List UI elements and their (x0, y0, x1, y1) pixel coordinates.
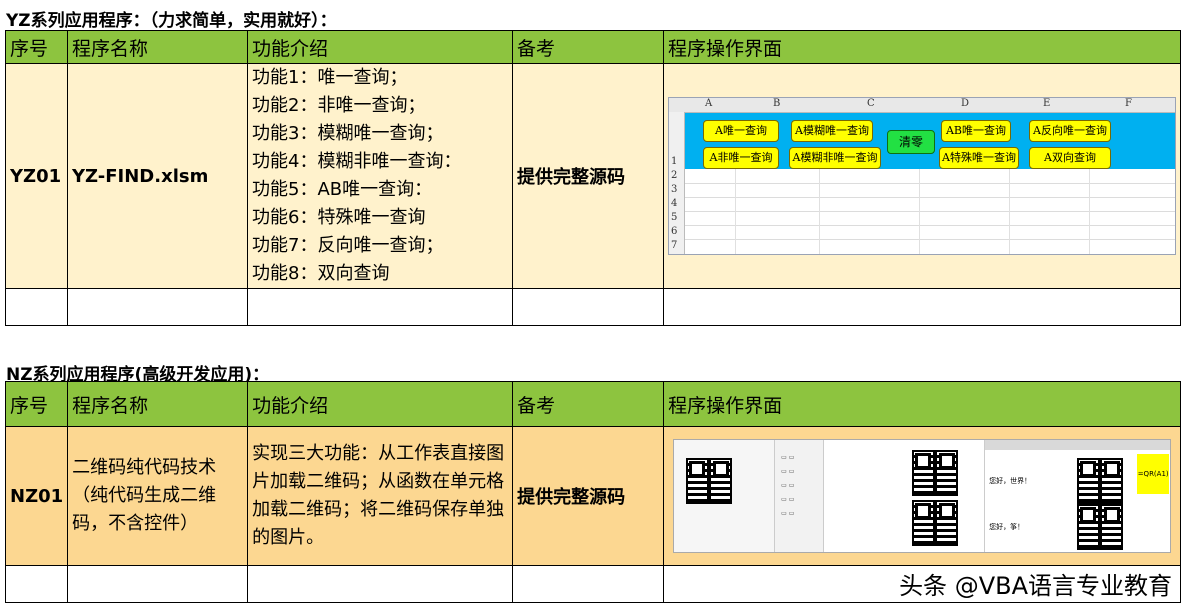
nz-row: NZ01 二维码纯代码技术（纯代码生成二维码，不含控件） 实现三大功能：从工作表… (4, 426, 1182, 566)
row-description: 实现三大功能：从工作表直接图片加载二维码；从函数在单元格加载二维码；将二维码保存… (247, 426, 514, 566)
row-remark: 提供完整源码 (512, 426, 665, 566)
excel-screenshot: A B C D E F 1 2 3 4 5 6 7 A唯一查询 A模糊唯一查询 … (668, 97, 1176, 255)
row-headers: 1 2 3 4 5 6 7 (669, 112, 685, 254)
header-function: 功能介绍 (247, 381, 514, 427)
header-id: 序号 (5, 30, 68, 64)
header-id: 序号 (4, 381, 69, 427)
unique-query-button[interactable]: A唯一查询 (703, 120, 779, 142)
function-panel: 您好，世界！ 您好，筝！ =QR(A1) (985, 440, 1171, 552)
qr-code-icon (686, 458, 733, 504)
function-item: 功能1：唯一查询； (252, 67, 408, 88)
cell-text: 您好，筝！ (989, 523, 1025, 531)
qr-code-icon (1077, 458, 1124, 504)
watermark: 头条 @VBA语言专业教育 (899, 572, 1172, 600)
row-name: 二维码纯代码技术（纯代码生成二维码，不含控件） (67, 426, 249, 566)
function-item: 功能8：双向查询 (252, 263, 390, 284)
clear-button[interactable]: 清零 (887, 130, 935, 154)
bidirectional-query-button[interactable]: A双向查询 (1029, 147, 1111, 169)
qr-screenshot: ▭ ▭ ▭ ▭ ▭ ▭ ▭ ▭ ▭ ▭ 您好，世界！ 您好，筝！ =QR(A1) (673, 439, 1172, 553)
fuzzy-non-unique-query-button[interactable]: A模糊非唯一查询 (789, 147, 881, 169)
function-item: 功能4：模糊非唯一查询： (252, 151, 462, 172)
settings-panel: ▭ ▭ ▭ ▭ ▭ ▭ ▭ ▭ ▭ ▭ (775, 440, 825, 552)
column-headers: A B C D E F (669, 98, 1175, 113)
screenshot-cell: A B C D E F 1 2 3 4 5 6 7 A唯一查询 A模糊唯一查询 … (663, 63, 1181, 289)
yz-header-row: 序号 程序名称 功能介绍 备考 程序操作界面 (5, 30, 1181, 64)
yz-table: 序号 程序名称 功能介绍 备考 程序操作界面 YZ01 YZ-FIND.xlsm… (5, 30, 1181, 326)
header-name: 程序名称 (67, 381, 249, 427)
function-item: 功能2：非唯一查询； (252, 95, 426, 116)
header-remark: 备考 (512, 30, 664, 64)
form-panel (674, 440, 776, 552)
qr-code-icon (1077, 504, 1124, 550)
header-remark: 备考 (512, 381, 665, 427)
function-item: 功能3：模糊唯一查询； (252, 123, 444, 144)
header-screenshot: 程序操作界面 (663, 30, 1181, 64)
row-id: NZ01 (4, 426, 69, 566)
sheet-panel (824, 440, 986, 552)
header-name: 程序名称 (67, 30, 248, 64)
header-function: 功能介绍 (247, 30, 513, 64)
function-item: 功能6：特殊唯一查询 (252, 207, 426, 228)
yz-row: YZ01 YZ-FIND.xlsm 功能1：唯一查询； 功能2：非唯一查询； 功… (5, 63, 1181, 289)
fuzzy-unique-query-button[interactable]: A模糊唯一查询 (791, 120, 873, 142)
row-remark: 提供完整源码 (512, 63, 664, 289)
yz-empty-row (5, 288, 1181, 326)
header-screenshot: 程序操作界面 (663, 381, 1182, 427)
qr-code-icon (912, 450, 959, 496)
non-unique-query-button[interactable]: A非唯一查询 (703, 147, 779, 169)
qr-code-icon (912, 500, 959, 546)
screenshot-cell: ▭ ▭ ▭ ▭ ▭ ▭ ▭ ▭ ▭ ▭ 您好，世界！ 您好，筝！ =QR(A1) (663, 426, 1182, 566)
section1-title: YZ系列应用程序：（力求简单，实用就好）： (6, 11, 337, 31)
function-item: 功能7：反向唯一查询； (252, 235, 444, 256)
nz-header-row: 序号 程序名称 功能介绍 备考 程序操作界面 (4, 381, 1182, 427)
row-id: YZ01 (5, 63, 68, 289)
function-list: 功能1：唯一查询； 功能2：非唯一查询； 功能3：模糊唯一查询； 功能4：模糊非… (247, 63, 513, 289)
reverse-unique-query-button[interactable]: A反向唯一查询 (1029, 120, 1111, 142)
cell-text: 您好，世界！ (989, 477, 1032, 485)
special-unique-query-button[interactable]: A特殊唯一查询 (939, 147, 1019, 169)
formula-cell: =QR(A1) (1137, 454, 1170, 494)
row-name: YZ-FIND.xlsm (67, 63, 248, 289)
ab-unique-query-button[interactable]: AB唯一查询 (941, 120, 1011, 142)
function-item: 功能5：AB唯一查询： (252, 179, 433, 200)
